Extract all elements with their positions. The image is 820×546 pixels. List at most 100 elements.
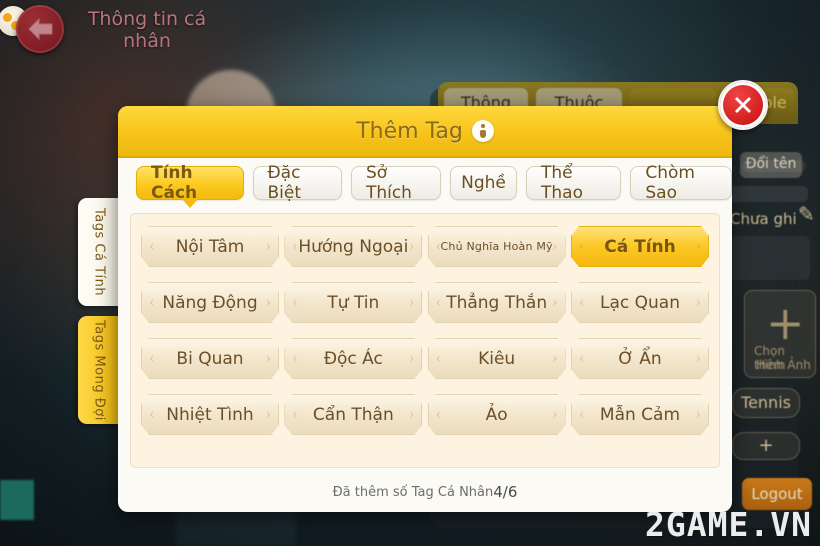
pencil-icon[interactable]: ✎ — [798, 202, 815, 226]
tag-button-label: Cẩn Thận — [312, 404, 394, 425]
side-tab-tags-mong-doi[interactable]: Tags Mong Đợi — [78, 316, 120, 424]
tag-button[interactable]: ‹ Lạc Quan › — [571, 282, 709, 323]
chevron-right-icon: › — [552, 407, 558, 422]
tag-button-label: Kiêu — [478, 348, 516, 369]
chevron-left-icon: ‹ — [578, 295, 585, 310]
tab-tinh-cach[interactable]: Tính Cách — [136, 163, 244, 203]
app-root: Thông Thuộc Couple Đổi tên Chưa ghi ✎ + … — [0, 0, 820, 546]
page-title: Thông tin cá nhân — [87, 8, 207, 52]
tag-button[interactable]: ‹ Tự Tin › — [284, 282, 422, 323]
tag-count-value: 4/6 — [493, 483, 518, 501]
tag-button[interactable]: ‹ Nội Tâm › — [141, 226, 279, 267]
tag-button[interactable]: ‹ Mẫn Cảm › — [571, 394, 709, 435]
back-button[interactable] — [16, 5, 64, 53]
tag-button-label: Thẳng Thắn — [446, 292, 548, 313]
chevron-right-icon: › — [552, 295, 558, 310]
chevron-right-icon: › — [695, 351, 701, 366]
tag-button[interactable]: ‹ Bi Quan › — [141, 338, 279, 379]
chevron-left-icon: ‹ — [149, 295, 155, 310]
chevron-left-icon: ‹ — [435, 407, 441, 422]
tag-button-label: Lạc Quan — [599, 292, 680, 313]
chevron-right-icon: › — [409, 351, 415, 366]
chevron-left-icon: ‹ — [149, 351, 155, 366]
chevron-left-icon: ‹ — [435, 295, 441, 310]
dialog-header: Thêm Tag — [118, 106, 732, 158]
tag-row: ‹ Nhiệt Tình › ‹ Cẩn Thận › ‹ Ảo › ‹ Mẫn Cảm › — [141, 394, 709, 435]
tag-button-label: Ảo — [485, 404, 508, 425]
tag-button-label: Mẫn Cảm — [599, 404, 681, 425]
info-icon[interactable] — [471, 120, 494, 142]
close-icon — [720, 82, 766, 128]
chevron-left-icon: ‹ — [435, 351, 441, 366]
chevron-right-icon: › — [552, 239, 558, 254]
chevron-right-icon: › — [409, 239, 415, 254]
tag-button-label: Chủ Nghĩa Hoàn Mỹ — [440, 240, 553, 253]
add-tag-dialog: Thêm Tag Tính Cách Đặc Biệt Sở Thích Ngh… — [118, 80, 768, 512]
tags-grid: ‹ Nội Tâm › ‹ Hướng Ngoại › ‹ Chủ Nghĩa Hoàn Mỹ… — [130, 213, 720, 468]
chevron-right-icon: › — [409, 295, 415, 310]
chevron-left-icon: ‹ — [292, 295, 298, 310]
tag-button[interactable]: ‹ Độc Ác › — [284, 338, 422, 379]
tag-button-label: Nội Tâm — [175, 236, 245, 257]
chevron-right-icon: › — [552, 351, 558, 366]
tag-button-label: Cá Tính — [604, 236, 676, 257]
tag-button-label: Ở Ẩn — [618, 348, 662, 369]
chevron-left-icon: ‹ — [149, 407, 155, 422]
tab-chom-sao[interactable]: Chòm Sao — [630, 163, 733, 203]
tab-so-thich[interactable]: Sở Thích — [350, 163, 441, 203]
side-tab-tags-ca-tinh[interactable]: Tags Cá Tính — [78, 198, 120, 306]
side-tab-label: Tags Cá Tính — [91, 207, 107, 297]
background-chip — [0, 480, 34, 520]
chevron-right-icon: › — [265, 239, 271, 254]
tag-button[interactable]: ‹ Năng Động › — [141, 282, 279, 323]
tag-button-label: Tự Tin — [327, 292, 380, 313]
dialog-title: Thêm Tag — [356, 118, 463, 144]
tag-count-status: Đã thêm số Tag Cá Nhân 4/6 — [118, 472, 732, 512]
tag-button[interactable]: ‹ Ở Ẩn › — [571, 338, 709, 379]
watermark: 2GAME.VN — [645, 505, 812, 544]
side-tabs: Tags Cá Tính Tags Mong Đợi — [78, 198, 120, 424]
tab-nghe[interactable]: Nghề — [450, 166, 518, 200]
chevron-right-icon: › — [409, 407, 415, 422]
sport-tag-tennis[interactable]: Tennis — [732, 388, 800, 418]
tag-row: ‹ Nội Tâm › ‹ Hướng Ngoại › ‹ Chủ Nghĩa Hoàn Mỹ… — [141, 226, 709, 267]
tag-button-label: Bi Quan — [176, 348, 244, 369]
plus-icon: + — [766, 296, 805, 350]
tag-count-label: Đã thêm số Tag Cá Nhân — [332, 484, 494, 500]
tag-button[interactable]: ‹ Hướng Ngoại › — [284, 226, 422, 267]
add-tag-button[interactable]: + — [732, 432, 800, 460]
chevron-right-icon: › — [695, 295, 701, 310]
tag-button[interactable]: ‹ Kiêu › — [428, 338, 566, 379]
chevron-right-icon: › — [695, 407, 701, 422]
chevron-left-icon: ‹ — [578, 407, 585, 422]
tag-button-label: Độc Ác — [323, 348, 383, 369]
tab-the-thao[interactable]: Thể Thao — [526, 163, 622, 203]
rename-button[interactable]: Đổi tên — [740, 152, 802, 178]
add-photo-label-line2: Hình Ảnh — [756, 358, 811, 372]
category-tabs: Tính Cách Đặc Biệt Sở Thích Nghề Thể Tha… — [118, 158, 733, 206]
chevron-left-icon: ‹ — [578, 239, 585, 254]
note-value[interactable]: Chưa ghi — [730, 210, 797, 228]
tag-button-label: Nhiệt Tình — [166, 404, 254, 425]
tag-button[interactable]: ‹ Cá Tính › — [571, 226, 709, 267]
tag-button[interactable]: ‹ Thẳng Thắn › — [428, 282, 566, 323]
tab-dac-biet[interactable]: Đặc Biệt — [252, 163, 342, 203]
chevron-right-icon: › — [265, 295, 271, 310]
close-button[interactable] — [718, 80, 768, 130]
profile-block — [724, 236, 810, 280]
tag-button[interactable]: ‹ Ảo › — [428, 394, 566, 435]
tag-button[interactable]: ‹ Nhiệt Tình › — [141, 394, 279, 435]
chevron-right-icon: › — [695, 239, 701, 254]
side-tab-label: Tags Mong Đợi — [91, 319, 107, 421]
tag-button[interactable]: ‹ Cẩn Thận › — [284, 394, 422, 435]
chevron-left-icon: ‹ — [578, 351, 585, 366]
tag-button-label: Hướng Ngoại — [298, 236, 409, 257]
tag-button[interactable]: ‹ Chủ Nghĩa Hoàn Mỹ › — [428, 226, 566, 267]
tag-row: ‹ Năng Động › ‹ Tự Tin › ‹ Thẳng Thắn › ‹ Lạc Quan… — [141, 282, 709, 323]
profile-field-bar — [726, 186, 808, 202]
chevron-left-icon: ‹ — [292, 351, 298, 366]
chevron-right-icon: › — [265, 351, 271, 366]
chevron-left-icon: ‹ — [149, 239, 155, 254]
chevron-right-icon: › — [265, 407, 271, 422]
chevron-left-icon: ‹ — [292, 407, 298, 422]
